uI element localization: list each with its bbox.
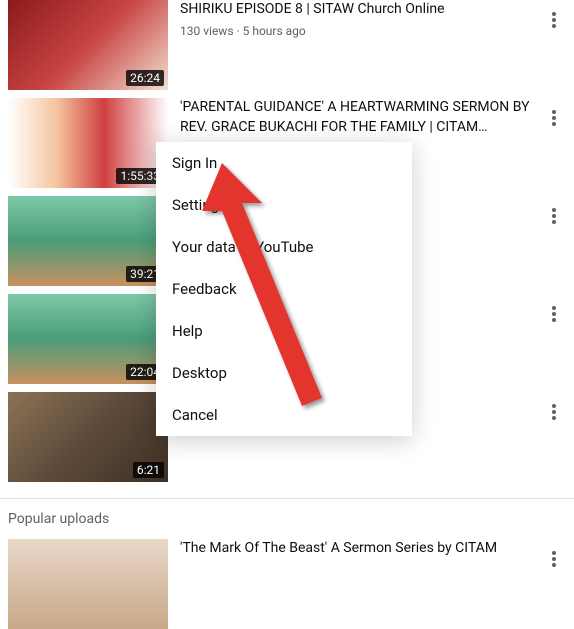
more-vertical-icon bbox=[552, 306, 556, 322]
video-title: 'PARENTAL GUIDANCE' A HEARTWARMING SERMO… bbox=[180, 98, 534, 137]
menu-item-desktop[interactable]: Desktop bbox=[156, 352, 412, 394]
more-options-button[interactable] bbox=[542, 8, 566, 32]
more-options-button[interactable] bbox=[542, 106, 566, 130]
account-menu-dialog: Sign In Settings Your data in YouTube Fe… bbox=[156, 142, 412, 436]
menu-item-feedback[interactable]: Feedback bbox=[156, 268, 412, 310]
more-options-button[interactable] bbox=[542, 400, 566, 424]
menu-item-help[interactable]: Help bbox=[156, 310, 412, 352]
more-vertical-icon bbox=[552, 12, 556, 28]
video-info: SHIRIKU EPISODE 8 | SITAW Church Online … bbox=[180, 0, 566, 90]
video-item[interactable]: 'The Mark Of The Beast' A Sermon Series … bbox=[8, 539, 566, 629]
more-options-button[interactable] bbox=[542, 204, 566, 228]
menu-item-sign-in[interactable]: Sign In bbox=[156, 142, 412, 184]
video-item[interactable]: 26:24 SHIRIKU EPISODE 8 | SITAW Church O… bbox=[8, 0, 566, 90]
more-vertical-icon bbox=[552, 208, 556, 224]
video-title: 'The Mark Of The Beast' A Sermon Series … bbox=[180, 539, 534, 559]
video-age: 5 hours ago bbox=[243, 24, 306, 38]
menu-item-settings[interactable]: Settings bbox=[156, 184, 412, 226]
more-options-button[interactable] bbox=[542, 302, 566, 326]
section-header-popular: Popular uploads bbox=[0, 499, 574, 539]
video-thumbnail[interactable] bbox=[8, 539, 168, 629]
more-vertical-icon bbox=[552, 110, 556, 126]
menu-item-cancel[interactable]: Cancel bbox=[156, 394, 412, 436]
more-options-button[interactable] bbox=[542, 547, 566, 571]
video-thumbnail[interactable]: 6:21 bbox=[8, 392, 168, 482]
duration-badge: 6:21 bbox=[133, 462, 164, 478]
menu-item-your-data[interactable]: Your data in YouTube bbox=[156, 226, 412, 268]
video-thumbnail[interactable]: 1:55:33 bbox=[8, 98, 168, 188]
video-meta: 130 views · 5 hours ago bbox=[180, 24, 534, 38]
video-thumbnail[interactable]: 39:21 bbox=[8, 196, 168, 286]
video-thumbnail[interactable]: 22:04 bbox=[8, 294, 168, 384]
duration-badge: 26:24 bbox=[126, 70, 164, 86]
video-thumbnail[interactable]: 26:24 bbox=[8, 0, 168, 90]
video-info: 'The Mark Of The Beast' A Sermon Series … bbox=[180, 539, 566, 629]
video-title: SHIRIKU EPISODE 8 | SITAW Church Online bbox=[180, 0, 534, 20]
video-views: 130 views bbox=[180, 24, 234, 38]
video-list-popular: 'The Mark Of The Beast' A Sermon Series … bbox=[0, 539, 574, 629]
more-vertical-icon bbox=[552, 404, 556, 420]
